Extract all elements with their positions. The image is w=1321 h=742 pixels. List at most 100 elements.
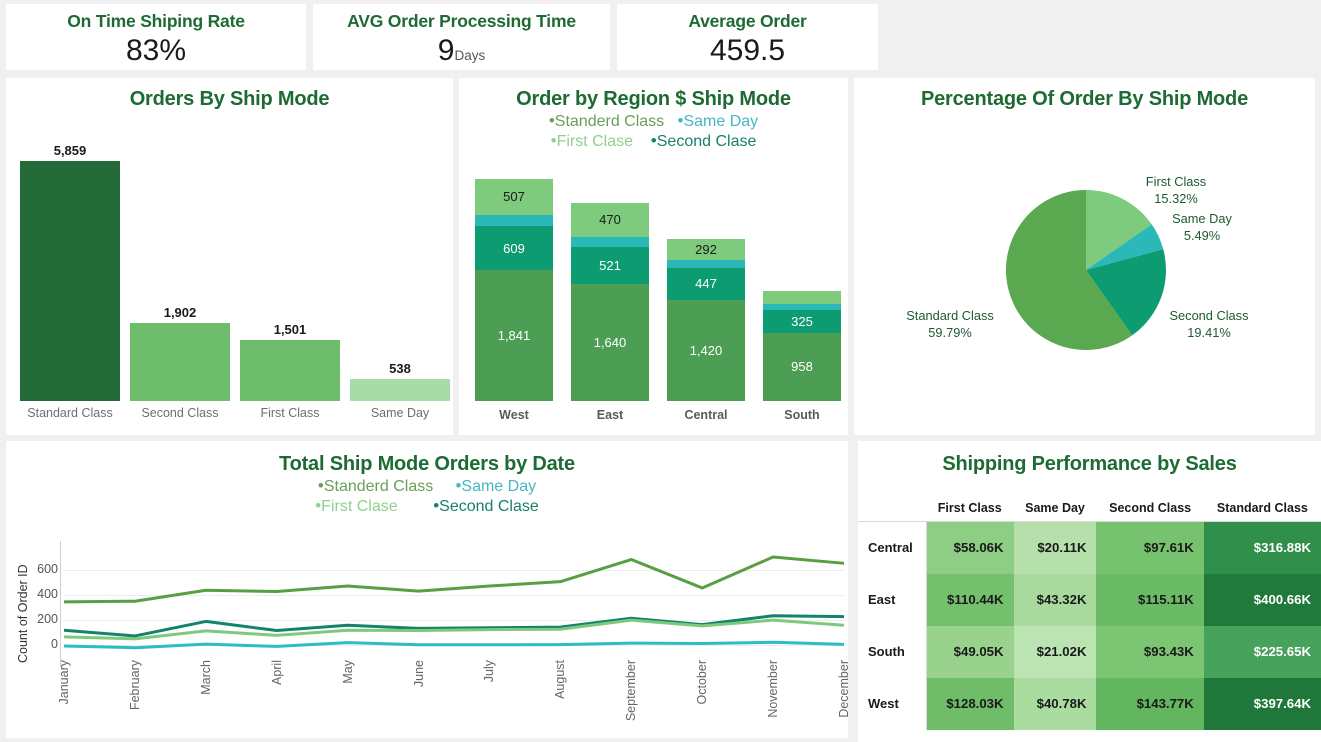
table-cell[interactable]: $400.66K [1203,573,1321,626]
legend-item-standerd-class[interactable]: •Standerd Class [549,112,664,132]
stack-segment[interactable] [571,236,649,248]
pie-slice-label: Same Day 5.49% [1142,211,1262,244]
bar-group[interactable]: 5,859 Standard Class [20,143,120,420]
pie-label-value: 19.41% [1187,324,1231,340]
stacked-bar-group[interactable]: 292 447 1,420 Central [667,239,745,422]
stack-segment[interactable]: 609 [475,226,553,270]
chart-shipping-performance-by-sales: Shipping Performance by Sales First Clas… [858,441,1321,742]
pie-label-value: 15.32% [1154,190,1198,206]
pie-label-name: First Class [1145,174,1207,189]
stack-category-label: West [499,408,529,422]
line-series[interactable] [63,618,845,641]
table-cell[interactable]: $110.44K [926,573,1014,626]
stack-segment[interactable] [763,291,841,304]
legend-item-second-clase[interactable]: •Second Clase [651,132,757,152]
table-row-label: Central [858,521,927,574]
x-axis-tick: July [482,660,497,683]
table-cell[interactable]: $43.32K [1013,573,1097,626]
stack-segment[interactable]: 470 [571,203,649,237]
table-cell[interactable]: $49.05K [926,625,1014,678]
table-cell[interactable]: $115.11K [1096,573,1204,626]
table-row-label: West [858,677,927,730]
stacked-bar-group[interactable]: 325 958 South [763,291,841,422]
table-corner-header [858,501,926,522]
chart-total-ship-mode-orders-by-date: Total Ship Mode Orders by Date •Standerd… [6,441,851,738]
bar-category-label: First Class [260,406,320,420]
table-row[interactable]: South $49.05K $21.02K $93.43K $225.65K [858,625,1321,678]
stack-segment[interactable]: 325 [763,309,841,333]
x-axis-tick: February [127,660,142,711]
table-cell[interactable]: $20.11K [1013,521,1097,574]
stack-segment[interactable]: 958 [763,332,841,401]
bar-value-label: 538 [389,361,411,376]
dashboard-root: On Time Shiping Rate 83% AVG Order Proce… [0,0,1321,742]
pie-label-name: Same Day [1172,211,1232,226]
bar-group[interactable]: 1,501 First Class [240,322,340,420]
pie-svg [1006,190,1166,350]
stack-segment[interactable]: 292 [667,239,745,260]
stacked-bar-group[interactable]: 470 521 1,640 East [571,203,649,422]
pie-slice-label: First Class 15.32% [1111,174,1241,207]
legend-row-1: •Standerd Class •Same Day [459,112,848,132]
x-axis-tick: December [837,660,851,718]
bar-category-label: Second Class [141,406,219,420]
legend-item-same-day[interactable]: •Same Day [678,112,759,132]
table-cell[interactable]: $316.88K [1203,521,1321,574]
stack-segment[interactable]: 507 [475,178,553,215]
stack-segment[interactable]: 1,420 [667,299,745,401]
stack-segment[interactable] [667,259,745,268]
kpi-value: 9Days [438,34,485,68]
chart-title: Order by Region $ Ship Mode [516,88,791,110]
pie-slice-label: Second Class 19.41% [1144,308,1274,341]
x-axis-tick: January [57,660,71,705]
x-axis-tick: June [411,660,426,688]
table-cell[interactable]: $21.02K [1013,625,1097,678]
table-cell[interactable]: $397.64K [1203,677,1321,730]
table-cell[interactable]: $58.06K [926,521,1014,574]
stack-segment[interactable]: 1,640 [571,284,649,401]
bar-group[interactable]: 538 Same Day [350,361,450,420]
bar-group[interactable]: 1,902 Second Class [130,305,230,420]
table-cell[interactable]: $128.03K [926,677,1014,730]
table-column-header: Second Class [1096,501,1204,522]
legend-label: Same Day [683,113,759,130]
legend-label: Second Clase [656,132,757,150]
bar-rect[interactable] [130,323,230,401]
table-area: First Class Same Day Second Class Standard … [858,501,1321,742]
table-cell[interactable]: $40.78K [1013,677,1097,730]
kpi-card-avg-order-processing-time: AVG Order Processing Time 9Days [313,4,610,70]
table-cell[interactable]: $225.65K [1203,625,1321,678]
table-row[interactable]: East $110.44K $43.32K $115.11K $400.66K [858,573,1321,626]
chart-title: Orders By Ship Mode [129,88,330,110]
pie-plot-area: First Class 15.32% Same Day 5.49% Second Cla… [854,78,1315,435]
table-row[interactable]: Central $58.06K $20.11K $97.61K $316.88K [858,521,1321,574]
x-axis-tick: September [624,660,639,722]
table-cell[interactable]: $97.61K [1096,521,1204,574]
kpi-value-number: 83% [125,34,187,67]
table-cell[interactable]: $93.43K [1096,625,1204,678]
kpi-title: On Time Shiping Rate [67,11,245,31]
stack-segment[interactable]: 447 [667,267,745,300]
line-series[interactable] [63,555,845,604]
bar-rect[interactable] [350,379,450,401]
bar-plot-area: 5,859 Standard Class 1,902 Second Class 1,50… [6,120,453,435]
x-axis-tick: May [340,660,355,684]
table-row[interactable]: West $128.03K $40.78K $143.77K $397.64K [858,677,1321,730]
legend-item-first-clase[interactable]: •First Clase [551,132,633,152]
bar-rect[interactable] [240,339,340,401]
stack-segment[interactable]: 1,841 [475,269,553,401]
stack-segment[interactable] [475,214,553,227]
x-axis-tick: November [766,660,781,718]
stack-category-label: East [596,408,624,422]
stack-segment[interactable]: 521 [571,247,649,285]
table-cell[interactable]: $143.77K [1096,677,1204,730]
stacked-bar-group[interactable]: 507 609 1,841 West [475,178,553,422]
x-axis-tick: October [695,660,710,705]
legend-label: Standerd Class [554,113,665,130]
kpi-value: 459.5 [710,34,785,68]
line-series[interactable] [63,640,845,650]
bar-rect[interactable] [20,161,120,401]
stack-category-label: Central [684,408,728,422]
performance-table: First Class Same Day Second Class Standard … [858,501,1321,730]
kpi-value: 83% [126,34,186,68]
